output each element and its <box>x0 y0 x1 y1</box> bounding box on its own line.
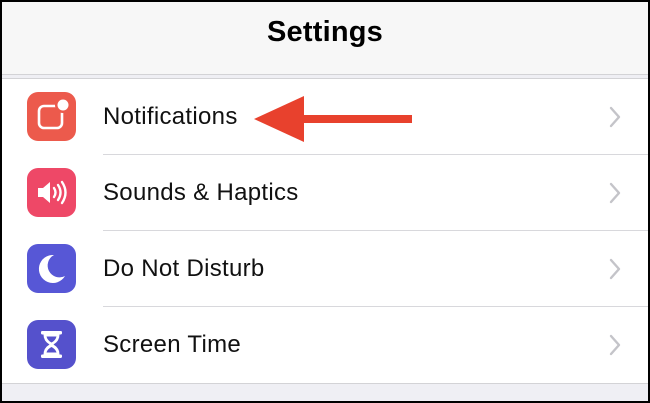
chevron-right-icon <box>608 257 622 281</box>
chevron-right-icon <box>608 333 622 357</box>
hourglass-icon <box>27 320 76 369</box>
chevron-right-icon <box>608 181 622 205</box>
settings-row-sounds-haptics[interactable]: Sounds & Haptics <box>2 155 648 231</box>
settings-row-label: Do Not Disturb <box>103 255 265 282</box>
chevron-right-icon <box>608 105 622 129</box>
moon-icon <box>27 244 76 293</box>
settings-row-do-not-disturb[interactable]: Do Not Disturb <box>2 231 648 307</box>
notifications-icon <box>27 92 76 141</box>
settings-row-label: Screen Time <box>103 331 242 358</box>
settings-row-label: Sounds & Haptics <box>103 179 299 206</box>
settings-row-label: Notifications <box>103 103 238 130</box>
settings-row-screen-time[interactable]: Screen Time <box>2 307 648 383</box>
annotation-arrow-icon <box>254 96 412 142</box>
settings-screen: Settings Notifications Sounds & Haptics … <box>2 2 648 401</box>
navigation-bar: Settings <box>2 2 648 75</box>
page-title: Settings <box>267 16 383 48</box>
speaker-icon <box>27 168 76 217</box>
